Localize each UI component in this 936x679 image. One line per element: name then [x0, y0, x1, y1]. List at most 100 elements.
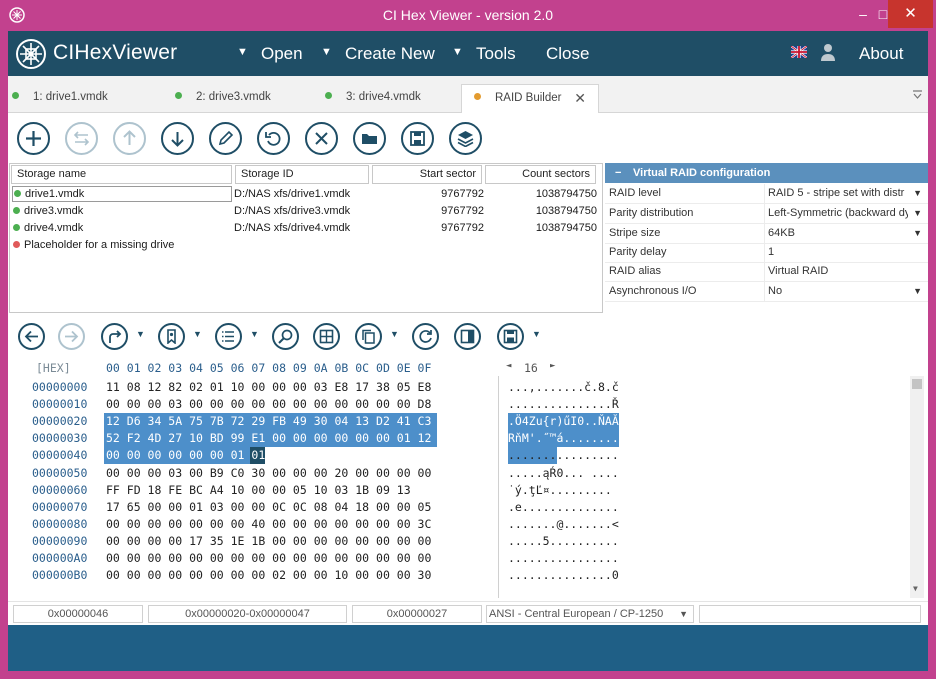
ascii-chars[interactable]: .e..............	[508, 500, 619, 514]
hex-bytes[interactable]: 00 00 00 00 17 35 1E 1B 00 00 00 00 00 0…	[106, 534, 431, 548]
goto-dropdown-icon[interactable]: ▼	[136, 329, 145, 339]
ascii-chars[interactable]: ˙ý.ţĽ¤.........	[508, 483, 612, 497]
edit-button[interactable]	[209, 122, 242, 155]
table-row[interactable]: drive4.vmdk D:/NAS xfs/drive4.vmdk 97677…	[10, 220, 602, 237]
menu-create-new[interactable]: Create New	[345, 44, 435, 64]
panel-toggle-button[interactable]	[454, 323, 481, 350]
copy-dropdown-icon[interactable]: ▼	[390, 329, 399, 339]
column-header-start[interactable]: Start sector	[372, 165, 482, 184]
column-header-id[interactable]: Storage ID	[235, 165, 369, 184]
collapse-icon[interactable]: −	[615, 163, 621, 183]
prop-parity-delay[interactable]: Parity delay 1	[605, 243, 928, 263]
tools-menu-arrow-icon[interactable]: ▼	[452, 46, 463, 58]
ascii-chars[interactable]: .....ąŔ0... ....	[508, 466, 619, 480]
goto-button[interactable]	[101, 323, 128, 350]
refresh-button[interactable]	[412, 323, 439, 350]
tab-drive3[interactable]: 2: drive3.vmdk	[175, 84, 315, 113]
open-menu-arrow-icon[interactable]: ▼	[237, 46, 248, 58]
hex-bytes[interactable]: 00 00 00 03 00 00 00 00 00 00 00 00 00 0…	[106, 397, 431, 411]
ascii-chars[interactable]: ...............Ř	[508, 397, 619, 411]
prop-stripe-size[interactable]: Stripe size 64KB ▼	[605, 224, 928, 244]
column-header-count[interactable]: Count sectors	[485, 165, 596, 184]
encoding-select[interactable]: ANSI - Central European / CP-1250 ▼	[486, 605, 694, 623]
user-icon[interactable]	[820, 43, 836, 61]
hex-bytes[interactable]: 00 00 00 00 00 00 00 00 02 00 00 10 00 0…	[106, 568, 431, 582]
bookmark-button[interactable]	[158, 323, 185, 350]
columns-decrease-icon[interactable]: ◄	[506, 361, 511, 371]
list-dropdown-icon[interactable]: ▼	[250, 329, 259, 339]
ascii-chars[interactable]: ...............0	[508, 568, 619, 582]
hex-bytes[interactable]: 00 00 00 00 00 00 00 40 00 00 00 00 00 0…	[106, 517, 431, 531]
back-button[interactable]	[18, 323, 45, 350]
hex-bytes[interactable]: 00 00 00 00 00 00 01 01 00 00 00 00 00 0…	[106, 448, 431, 462]
hex-bytes[interactable]: 52 F2 4D 27 10 BD 99 E1 00 00 00 00 00 0…	[106, 431, 431, 445]
add-storage-button[interactable]	[17, 122, 50, 155]
hex-view[interactable]: ▼ 00000000 11 08 12 82 02 01 10 00 00 00 …	[8, 376, 928, 598]
bookmark-dropdown-icon[interactable]: ▼	[193, 329, 202, 339]
copy-button[interactable]	[355, 323, 382, 350]
encoding-dropdown-icon[interactable]: ▼	[679, 606, 688, 622]
ascii-chars[interactable]: .Ö4Zu{r)űI0..ŇAĂ	[508, 414, 619, 428]
ascii-chars[interactable]: .......@.......<	[508, 517, 619, 531]
save-dropdown-icon[interactable]: ▼	[532, 329, 541, 339]
create-new-menu-arrow-icon[interactable]: ▼	[321, 46, 332, 58]
prop-parity-distribution[interactable]: Parity distribution Left-Symmetric (back…	[605, 204, 928, 224]
hex-scrollbar[interactable]: ▼	[910, 376, 924, 598]
hex-offset: 00000030	[32, 431, 88, 446]
hex-bytes[interactable]: 00 00 00 00 00 00 00 00 00 00 00 00 00 0…	[106, 551, 431, 565]
save-icon	[410, 131, 425, 146]
close-window-button[interactable]: ✕	[888, 0, 933, 28]
table-row[interactable]: drive1.vmdk D:/NAS xfs/drive1.vmdk 97677…	[10, 186, 602, 203]
undo-button[interactable]	[257, 122, 290, 155]
find-button[interactable]	[272, 323, 299, 350]
tab-drive1[interactable]: 1: drive1.vmdk	[12, 84, 160, 113]
ascii-chars[interactable]: ...,.......č.8.č	[508, 380, 619, 394]
tab-raid-builder[interactable]: RAID Builder ✕	[461, 84, 599, 113]
language-flag-icon[interactable]	[791, 46, 807, 58]
menu-tools[interactable]: Tools	[476, 44, 516, 64]
hex-bytes[interactable]: 11 08 12 82 02 01 10 00 00 00 03 E8 17 3…	[106, 380, 431, 394]
prop-raid-alias[interactable]: RAID alias Virtual RAID	[605, 262, 928, 282]
menu-open[interactable]: Open	[261, 44, 303, 64]
save-data-button[interactable]	[497, 323, 524, 350]
merge-button[interactable]	[65, 122, 98, 155]
remove-button[interactable]	[305, 122, 338, 155]
build-raid-button[interactable]	[449, 122, 482, 155]
menu-about[interactable]: About	[859, 44, 903, 64]
dropdown-arrow-icon[interactable]: ▼	[913, 282, 922, 301]
close-tab-icon[interactable]: ✕	[574, 85, 586, 112]
prop-raid-level[interactable]: RAID level RAID 5 - stripe set with dist…	[605, 184, 928, 204]
ascii-chars[interactable]: ................	[508, 551, 619, 565]
open-folder-button[interactable]	[353, 122, 386, 155]
tab-drive4[interactable]: 3: drive4.vmdk	[325, 84, 465, 113]
move-up-button[interactable]	[113, 122, 146, 155]
tab-list-menu-icon[interactable]	[913, 90, 922, 99]
grid-button[interactable]	[313, 323, 340, 350]
cursor-offset: 0x00000046	[13, 605, 143, 623]
columns-increase-icon[interactable]: ►	[550, 361, 555, 371]
scroll-down-icon[interactable]: ▼	[913, 584, 918, 593]
ascii-chars[interactable]: .....5..........	[508, 534, 619, 548]
column-header-name[interactable]: Storage name	[11, 165, 232, 184]
dropdown-arrow-icon[interactable]: ▼	[913, 204, 922, 223]
table-row[interactable]: Placeholder for a missing drive	[10, 237, 602, 254]
table-row[interactable]: drive3.vmdk D:/NAS xfs/drive3.vmdk 97677…	[10, 203, 602, 220]
scroll-thumb[interactable]	[912, 379, 922, 389]
hex-bytes[interactable]: 12 D6 34 5A 75 7B 72 29 FB 49 30 04 13 D…	[106, 414, 431, 428]
dropdown-arrow-icon[interactable]: ▼	[913, 224, 922, 243]
save-config-button[interactable]	[401, 122, 434, 155]
prop-async-io[interactable]: Asynchronous I/O No ▼	[605, 282, 928, 302]
ascii-chars[interactable]: ................	[508, 448, 619, 462]
hex-bytes[interactable]: FF FD 18 FE BC A4 10 00 00 05 10 03 1B 0…	[106, 483, 411, 497]
list-button[interactable]	[215, 323, 242, 350]
dropdown-arrow-icon[interactable]: ▼	[913, 184, 922, 203]
move-down-button[interactable]	[161, 122, 194, 155]
forward-button[interactable]	[58, 323, 85, 350]
title-bar: CI Hex Viewer - version 2.0 – □ ✕	[0, 0, 936, 31]
ascii-chars[interactable]: RňM'.˝™á........	[508, 431, 619, 445]
raid-config-header[interactable]: − Virtual RAID configuration	[605, 163, 928, 183]
menu-close[interactable]: Close	[546, 44, 589, 64]
hex-bytes[interactable]: 17 65 00 00 01 03 00 00 0C 0C 08 04 18 0…	[106, 500, 431, 514]
count-sectors: 1038794750	[535, 188, 597, 200]
hex-bytes[interactable]: 00 00 00 03 00 B9 C0 30 00 00 00 20 00 0…	[106, 466, 431, 480]
